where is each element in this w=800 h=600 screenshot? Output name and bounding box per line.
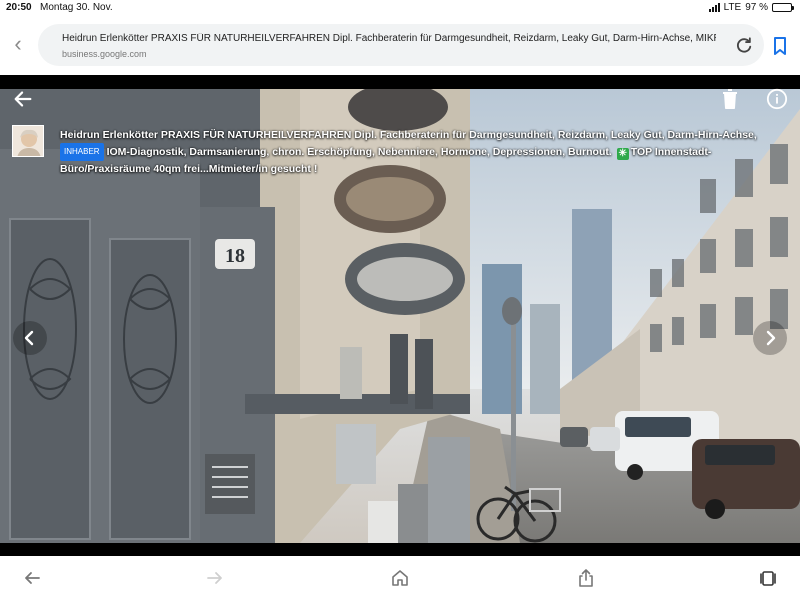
arrow-left-icon[interactable] — [22, 568, 42, 588]
browser-back-chevron-icon[interactable]: ‹ — [8, 32, 28, 56]
status-date: Montag 30. Nov. — [40, 2, 113, 13]
next-photo-button[interactable] — [753, 321, 787, 355]
bookmark-icon[interactable] — [772, 36, 788, 56]
browser-toolbar — [0, 556, 800, 600]
home-icon[interactable] — [390, 568, 410, 588]
screen: 20:50 Montag 30. Nov. LTE 97 % ‹ Heidrun… — [0, 0, 800, 600]
arrow-left-icon[interactable] — [12, 88, 34, 110]
trash-icon[interactable] — [720, 88, 740, 110]
signal-icon — [708, 3, 720, 12]
url-field[interactable]: Heidrun Erlenkötter PRAXIS FÜR NATURHEIL… — [38, 24, 764, 66]
battery-icon — [772, 3, 794, 12]
share-icon[interactable] — [576, 568, 596, 588]
caption-part-1: Heidrun Erlenkötter PRAXIS FÜR NATURHEIL… — [60, 129, 757, 141]
battery-label: 97 % — [745, 2, 768, 13]
caption-part-2: IOM-Diagnostik, Darmsanierung, chron. Er… — [106, 146, 612, 158]
house-number: 18 — [225, 245, 245, 267]
chevron-right-icon — [766, 330, 776, 346]
status-bar: 20:50 Montag 30. Nov. LTE 97 % — [0, 0, 800, 16]
sparkle-icon: ✳ — [616, 148, 629, 160]
info-icon[interactable] — [766, 88, 788, 110]
status-time: 20:50 — [6, 2, 32, 13]
chevron-left-icon — [24, 330, 34, 346]
url-page-title: Heidrun Erlenkötter PRAXIS FÜR NATURHEIL… — [62, 33, 716, 44]
reload-icon[interactable] — [734, 35, 754, 55]
arrow-right-icon — [207, 572, 222, 584]
owner-avatar[interactable] — [12, 125, 44, 157]
avatar-portrait — [13, 126, 43, 156]
network-label: LTE — [723, 2, 742, 13]
address-bar: ‹ Heidrun Erlenkötter PRAXIS FÜR NATURHE… — [0, 18, 800, 74]
status-right: LTE 97 % — [708, 2, 794, 13]
tabs-icon[interactable] — [758, 568, 778, 588]
url-domain: business.google.com — [62, 49, 147, 59]
caption-text: Heidrun Erlenkötter PRAXIS FÜR NATURHEIL… — [60, 127, 790, 177]
photo-viewer: 18 Heidrun Erlenkötter PRAXIS FÜR NATURH… — [0, 75, 800, 556]
previous-photo-button[interactable] — [13, 321, 47, 355]
owner-badge: INHABER — [60, 143, 104, 161]
